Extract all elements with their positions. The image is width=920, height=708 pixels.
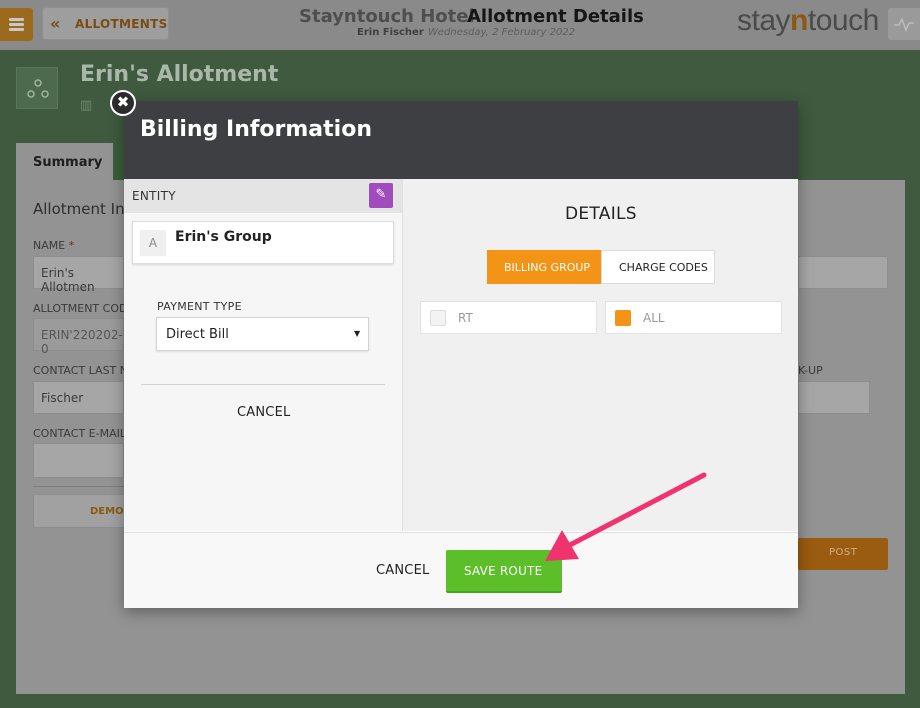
required-asterisk: * xyxy=(68,239,75,252)
logo-part: stay xyxy=(737,4,791,37)
contact-email-label: CONTACT E-MAIL xyxy=(33,427,126,440)
allotment-code-field: ERIN'220202-0 xyxy=(33,318,124,356)
group-icon xyxy=(16,67,58,109)
page-title: Allotment Details xyxy=(467,6,644,27)
post-label: POST xyxy=(829,547,858,558)
chevron-down-icon: ▼ xyxy=(354,329,361,338)
pulse-icon xyxy=(894,17,914,33)
option-label: RT xyxy=(458,311,473,325)
stayntouch-logo: stayntouch xyxy=(737,4,879,38)
details-title: DETAILS xyxy=(565,204,637,224)
close-icon: ✖ xyxy=(116,93,130,111)
pencil-icon: ✎ xyxy=(375,187,387,202)
menu-button[interactable] xyxy=(0,8,33,41)
tab-summary[interactable]: Summary xyxy=(16,143,113,181)
payment-type-label: PAYMENT TYPE xyxy=(157,300,242,313)
tab-billing-group[interactable]: BILLING GROUP xyxy=(487,250,601,284)
modal-title: Billing Information xyxy=(140,117,372,142)
entity-type-badge: A xyxy=(140,230,166,256)
close-modal-button[interactable]: ✖ xyxy=(110,90,136,116)
cancel-button[interactable]: CANCEL xyxy=(376,563,429,578)
activity-pulse-button[interactable] xyxy=(888,8,920,40)
billing-group-option-rt[interactable]: RT xyxy=(420,301,597,334)
hamburger-icon-bar xyxy=(9,28,24,31)
allotment-title: Erin's Allotment xyxy=(80,62,279,87)
entity-label: ENTITY xyxy=(132,189,176,203)
pickup-field[interactable] xyxy=(798,381,870,414)
checkbox-unchecked[interactable] xyxy=(430,310,446,326)
allotment-code-value: ERIN'220202-0 xyxy=(41,328,123,356)
building-icon: ▥ xyxy=(80,98,93,113)
entity-cancel-button[interactable]: CANCEL xyxy=(237,405,290,420)
divider xyxy=(141,384,385,385)
contact-last-name-label: CONTACT LAST NA xyxy=(33,364,136,377)
tab-summary-label: Summary xyxy=(33,155,103,170)
contact-email-field[interactable] xyxy=(33,443,124,478)
logo-part: touch xyxy=(807,4,879,37)
demographics-label: DEMO xyxy=(90,506,124,517)
back-button-label: ALLOTMENTS xyxy=(75,17,168,31)
name-field[interactable]: Erin's Allotmen xyxy=(33,256,124,294)
back-to-allotments-button[interactable]: « ALLOTMENTS xyxy=(42,7,169,40)
allotment-code-label: ALLOTMENT CODE xyxy=(33,302,135,315)
billing-group-option-all[interactable]: ALL xyxy=(605,301,782,334)
save-route-button[interactable]: SAVE ROUTE xyxy=(446,550,562,593)
right-field-1[interactable] xyxy=(798,256,888,289)
payment-type-select[interactable]: Direct Bill ▼ xyxy=(156,317,369,351)
entity-name: Erin's Group xyxy=(175,229,272,245)
billing-information-modal: Billing Information ENTITY ✎ A Erin's Gr… xyxy=(124,101,798,608)
hotel-name: Stayntouch Hotel xyxy=(299,6,475,27)
entity-column: ENTITY ✎ A Erin's Group PAYMENT TYPE Dir… xyxy=(124,179,402,531)
post-button[interactable]: POST xyxy=(798,538,888,570)
contact-last-name-field[interactable]: Fischer xyxy=(33,381,124,414)
user-name: Erin Fischer xyxy=(357,27,424,38)
modal-footer: CANCEL SAVE ROUTE xyxy=(124,532,798,608)
details-column: DETAILS BILLING GROUP CHARGE CODES RT AL… xyxy=(402,179,798,531)
contact-last-name-value: Fischer xyxy=(41,391,84,405)
hamburger-icon xyxy=(9,18,24,21)
name-label-text: NAME xyxy=(33,239,66,252)
name-label: NAME * xyxy=(33,239,74,252)
tab-billing-group-label: BILLING GROUP xyxy=(504,261,591,274)
hamburger-icon-bar xyxy=(9,23,24,26)
tab-charge-codes-label: CHARGE CODES xyxy=(619,261,708,274)
logo-part-n: n xyxy=(790,4,808,37)
name-value: Erin's Allotmen xyxy=(41,266,95,294)
business-date: Wednesday, 2 February 2022 xyxy=(428,27,576,38)
entity-card[interactable]: A Erin's Group xyxy=(132,221,394,264)
section-title: Allotment Inf xyxy=(33,200,130,218)
save-route-label: SAVE ROUTE xyxy=(464,564,543,578)
edit-entity-button[interactable]: ✎ xyxy=(369,183,393,208)
top-bar: « ALLOTMENTS Stayntouch Hotel Allotment … xyxy=(0,0,920,50)
tab-charge-codes[interactable]: CHARGE CODES xyxy=(601,250,715,284)
divider xyxy=(33,486,126,487)
demographics-button[interactable]: DEMO xyxy=(33,494,128,528)
pickup-label: K-UP xyxy=(798,364,823,377)
modal-header: Billing Information xyxy=(124,101,798,179)
double-chevron-left-icon: « xyxy=(50,14,61,33)
option-label: ALL xyxy=(643,311,665,325)
payment-type-value: Direct Bill xyxy=(166,327,229,342)
entity-bar: ENTITY ✎ xyxy=(124,179,402,213)
checkbox-checked[interactable] xyxy=(615,310,631,326)
